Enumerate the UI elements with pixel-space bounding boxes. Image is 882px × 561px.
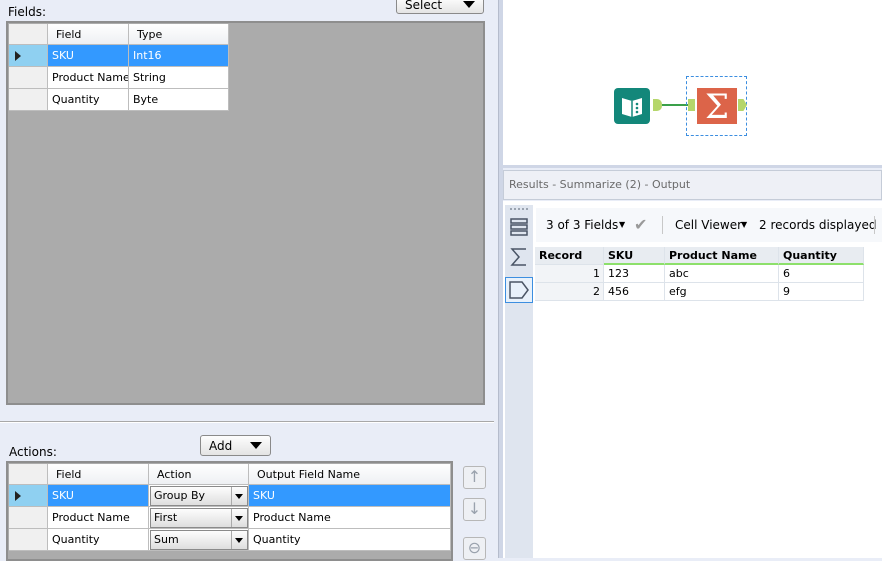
action-value: First	[154, 511, 178, 524]
action-cell: First	[149, 507, 249, 529]
column-header-output-field-name[interactable]: Output Field Name	[249, 464, 451, 485]
column-header-field[interactable]: Field	[48, 464, 149, 485]
column-header-quantity[interactable]: Quantity	[779, 247, 864, 265]
results-side-bar	[505, 205, 533, 558]
summarize-view-icon[interactable]	[510, 247, 528, 267]
book-icon	[622, 98, 642, 117]
workflow-canvas[interactable]: Σ	[503, 0, 882, 165]
horizontal-splitter[interactable]	[503, 165, 882, 168]
svg-text:Σ: Σ	[705, 88, 729, 124]
configuration-panel: Fields: Select Field Type SKU Int16 Prod…	[0, 0, 499, 561]
row-selector[interactable]	[9, 67, 48, 89]
column-header-sku[interactable]: SKU	[604, 247, 665, 265]
type-cell[interactable]: String	[129, 67, 229, 89]
remove-button[interactable]: ⊖	[463, 537, 486, 560]
table-cell[interactable]: abc	[665, 265, 779, 283]
panel-splitter[interactable]	[0, 421, 494, 423]
current-row-icon	[15, 51, 21, 61]
dropdown-arrow-icon	[250, 442, 262, 449]
field-cell[interactable]: Quantity	[48, 89, 129, 111]
action-dropdown[interactable]: Group By	[150, 486, 248, 506]
select-button[interactable]: Select	[396, 0, 484, 14]
results-panel: 3 of 3 Fields ▼ ✔ Cell Viewer ▼ 2 record…	[503, 201, 882, 558]
output-field-cell[interactable]: Quantity	[249, 529, 451, 551]
table-cell[interactable]: 9	[779, 283, 864, 301]
type-cell[interactable]: Byte	[129, 89, 229, 111]
minus-circle-icon: ⊖	[467, 538, 482, 557]
dropdown-arrow-icon	[231, 487, 247, 505]
summarize-tool-selection[interactable]: Σ	[686, 76, 747, 136]
action-dropdown[interactable]: Sum	[150, 530, 248, 550]
field-cell[interactable]: Quantity	[48, 529, 149, 551]
dropdown-arrow-icon[interactable]: ▼	[619, 208, 625, 242]
apply-checkmark-icon[interactable]: ✔	[634, 208, 647, 242]
cell-viewer-button[interactable]: Cell Viewer	[675, 208, 742, 242]
toolbar-divider	[874, 216, 875, 234]
field-cell[interactable]: Product Name	[48, 507, 149, 529]
current-row-icon	[15, 491, 21, 501]
actions-label: Actions:	[9, 445, 57, 459]
results-toolbar: 3 of 3 Fields ▼ ✔ Cell Viewer ▼ 2 record…	[536, 208, 882, 242]
field-cell[interactable]: SKU	[48, 485, 149, 507]
output-anchor[interactable]	[738, 99, 747, 111]
output-view-tab[interactable]	[505, 277, 533, 303]
output-field-cell[interactable]: Product Name	[249, 507, 451, 529]
fields-selector[interactable]: 3 of 3 Fields	[546, 208, 618, 242]
dropdown-arrow-icon[interactable]: ▼	[741, 208, 747, 242]
table-view-icon[interactable]	[510, 217, 528, 237]
row-selector[interactable]	[9, 89, 48, 111]
fields-grid[interactable]: Field Type SKU Int16 Product Name String…	[6, 21, 485, 405]
dropdown-arrow-icon	[231, 531, 247, 549]
row-selector[interactable]	[9, 507, 48, 529]
grid-corner	[9, 24, 48, 45]
summarize-tool[interactable]: Σ	[697, 87, 737, 127]
add-button-label: Add	[209, 439, 233, 453]
actions-grid[interactable]: Field Action Output Field Name SKU Group…	[6, 461, 453, 561]
fields-label: Fields:	[8, 5, 46, 19]
field-cell[interactable]: SKU	[48, 45, 129, 67]
column-header-type[interactable]: Type	[129, 24, 229, 45]
action-value: Group By	[154, 489, 206, 502]
column-header-product-name[interactable]: Product Name	[665, 247, 779, 265]
field-cell[interactable]: Product Name	[48, 67, 129, 89]
table-cell[interactable]: 456	[604, 283, 665, 301]
select-button-label: Select	[405, 0, 443, 12]
records-displayed: 2 records displayed	[759, 218, 877, 232]
move-down-button[interactable]: ↓	[463, 498, 486, 521]
row-selector[interactable]	[9, 45, 48, 67]
column-header-record[interactable]: Record	[535, 247, 604, 265]
results-table[interactable]: Record SKU Product Name Quantity 1 123 a…	[535, 247, 865, 307]
connection-line[interactable]	[662, 104, 689, 106]
arrow-up-icon: ↑	[467, 467, 482, 486]
table-cell[interactable]: efg	[665, 283, 779, 301]
output-anchor[interactable]	[653, 99, 662, 111]
dropdown-arrow-icon	[463, 1, 475, 8]
column-header-field[interactable]: Field	[48, 24, 129, 45]
record-number: 2	[535, 283, 604, 301]
action-dropdown[interactable]: First	[150, 508, 248, 528]
input-anchor[interactable]	[688, 99, 695, 111]
action-value: Sum	[154, 533, 179, 546]
column-header-action[interactable]: Action	[149, 464, 249, 485]
output-anchor-icon	[509, 281, 529, 299]
results-title: Results - Summarize (2) - Output	[503, 170, 882, 200]
output-field-cell[interactable]: SKU	[249, 485, 451, 507]
input-data-tool[interactable]	[614, 88, 650, 124]
row-selector[interactable]	[9, 529, 48, 551]
dropdown-arrow-icon	[231, 509, 247, 527]
sigma-icon: Σ	[705, 87, 729, 127]
move-up-button[interactable]: ↑	[463, 466, 486, 489]
arrow-down-icon: ↓	[467, 499, 482, 518]
toolbar-divider	[662, 216, 663, 234]
row-selector[interactable]	[9, 485, 48, 507]
type-cell[interactable]: Int16	[129, 45, 229, 67]
action-cell: Group By	[149, 485, 249, 507]
table-cell[interactable]: 6	[779, 265, 864, 283]
record-number: 1	[535, 265, 604, 283]
table-cell[interactable]: 123	[604, 265, 665, 283]
grip-handle[interactable]	[510, 208, 528, 210]
action-cell: Sum	[149, 529, 249, 551]
grid-corner	[9, 464, 48, 485]
add-button[interactable]: Add	[200, 435, 271, 456]
